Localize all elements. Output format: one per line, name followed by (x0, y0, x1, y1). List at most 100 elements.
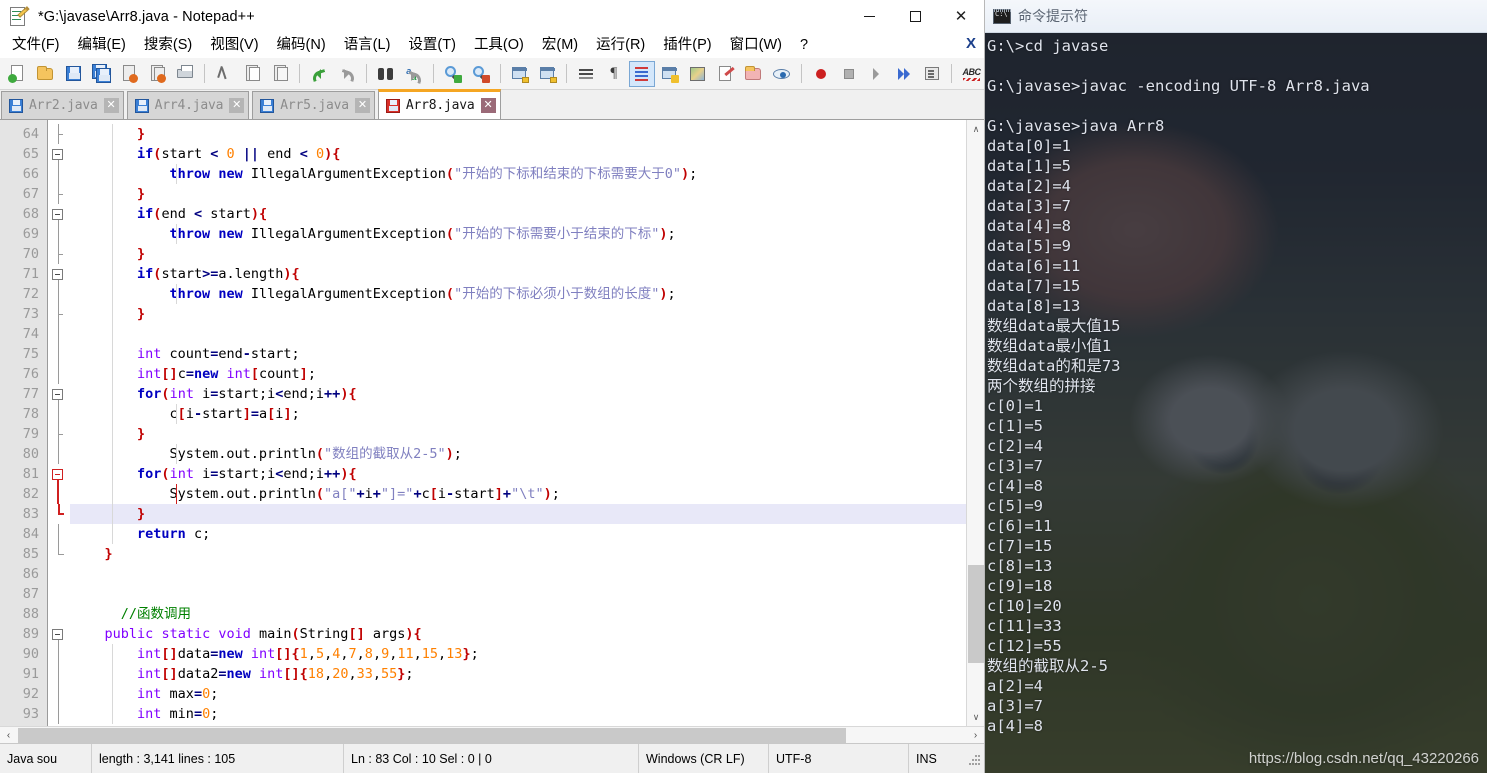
code-line[interactable] (70, 324, 984, 344)
menu-run[interactable]: 运行(R) (587, 34, 654, 57)
code-line[interactable]: } (70, 544, 984, 564)
save-macro-icon[interactable] (919, 61, 945, 87)
tab-arr5-java[interactable]: Arr5.java ✕ (252, 91, 375, 119)
code-line[interactable] (70, 564, 984, 584)
code-line[interactable]: } (70, 424, 984, 444)
new-file-icon[interactable] (5, 61, 31, 87)
zoom-out-icon[interactable] (468, 61, 494, 87)
menu-settings[interactable]: 设置(T) (399, 34, 465, 57)
replace-icon[interactable]: a (401, 61, 427, 87)
sync-horizontal-scroll-icon[interactable] (534, 61, 560, 87)
fold-marker[interactable] (48, 384, 70, 404)
menu-search[interactable]: 搜索(S) (135, 34, 201, 57)
code-line[interactable]: int[]data2=new int[]{18,20,33,55}; (70, 664, 984, 684)
tab-close-icon[interactable]: ✕ (103, 98, 119, 113)
menu-tools[interactable]: 工具(O) (465, 34, 533, 57)
fold-marker[interactable] (48, 264, 70, 284)
code-line[interactable]: int max=0; (70, 684, 984, 704)
code-line[interactable]: //函数调用 (70, 604, 984, 624)
close-document-button[interactable]: X (966, 35, 976, 52)
fold-marker[interactable] (48, 144, 70, 164)
save-all-icon[interactable] (89, 61, 115, 87)
cut-icon[interactable] (211, 61, 237, 87)
code-folding-margin[interactable] (48, 120, 70, 726)
menu-edit[interactable]: 编辑(E) (69, 34, 135, 57)
menu-language[interactable]: 语言(L) (335, 34, 400, 57)
code-line[interactable]: throw new IllegalArgumentException("开始的下… (70, 164, 984, 184)
run-macro-multiple-icon[interactable] (891, 61, 917, 87)
vertical-scrollbar[interactable]: ∧ ∨ (966, 120, 984, 726)
resize-grip-icon[interactable] (965, 751, 981, 767)
indent-guide-icon[interactable] (629, 60, 656, 87)
minimize-button[interactable] (846, 0, 892, 33)
code-line[interactable]: int min=0; (70, 704, 984, 724)
undo-icon[interactable] (306, 61, 332, 87)
code-line[interactable]: throw new IllegalArgumentException("开始的下… (70, 284, 984, 304)
save-icon[interactable] (61, 61, 87, 87)
code-line[interactable]: int[]c=new int[count]; (70, 364, 984, 384)
code-line[interactable]: c[i-start]=a[i]; (70, 404, 984, 424)
code-text-area[interactable]: } if(start < 0 || end < 0){ throw new Il… (70, 120, 984, 726)
copy-icon[interactable] (239, 61, 265, 87)
scroll-left-arrow-icon[interactable]: ‹ (0, 727, 17, 744)
close-file-icon[interactable] (117, 61, 143, 87)
tab-arr2-java[interactable]: Arr2.java ✕ (1, 91, 124, 119)
code-line[interactable]: } (70, 184, 984, 204)
code-line[interactable]: int count=end-start; (70, 344, 984, 364)
close-button[interactable]: ✕ (938, 0, 984, 33)
menu-view[interactable]: 视图(V) (201, 34, 267, 57)
scroll-down-arrow-icon[interactable]: ∨ (967, 708, 984, 726)
code-line[interactable]: for(int i=start;i<end;i++){ (70, 464, 984, 484)
code-line[interactable]: if(start>=a.length){ (70, 264, 984, 284)
console-output[interactable]: G:\>cd javase G:\javase>javac -encoding … (985, 33, 1487, 739)
tab-arr8-java[interactable]: Arr8.java ✕ (377, 89, 501, 119)
sync-vertical-scroll-icon[interactable] (507, 61, 533, 87)
tab-arr4-java[interactable]: Arr4.java ✕ (126, 91, 250, 119)
find-icon[interactable] (373, 61, 399, 87)
maximize-button[interactable] (892, 0, 938, 33)
zoom-in-icon[interactable] (440, 61, 466, 87)
code-line[interactable]: return c; (70, 524, 984, 544)
code-line[interactable]: if(end < start){ (70, 204, 984, 224)
document-map-icon[interactable] (685, 61, 711, 87)
redo-icon[interactable] (334, 61, 360, 87)
word-wrap-icon[interactable] (573, 61, 599, 87)
menu-help[interactable]: ? (791, 34, 817, 57)
menu-file[interactable]: 文件(F) (3, 34, 69, 57)
vertical-scrollbar-thumb[interactable] (968, 565, 984, 663)
user-defined-language-icon[interactable] (657, 61, 683, 87)
code-line[interactable]: throw new IllegalArgumentException("开始的下… (70, 224, 984, 244)
code-line[interactable]: System.out.println("数组的截取从2-5"); (70, 444, 984, 464)
code-line[interactable]: int[]data=new int[]{1,5,4,7,8,9,11,15,13… (70, 644, 984, 664)
print-icon[interactable] (172, 61, 198, 87)
menu-window[interactable]: 窗口(W) (721, 34, 791, 57)
menu-macro[interactable]: 宏(M) (533, 34, 587, 57)
fold-marker[interactable] (48, 464, 70, 484)
scroll-right-arrow-icon[interactable]: › (967, 727, 984, 744)
open-file-icon[interactable] (33, 61, 59, 87)
fold-marker[interactable] (48, 204, 70, 224)
scroll-up-arrow-icon[interactable]: ∧ (967, 120, 984, 138)
horizontal-scrollbar[interactable]: ‹ › (0, 726, 984, 743)
show-all-characters-icon[interactable]: ¶ (601, 61, 627, 87)
fold-marker[interactable] (48, 624, 70, 644)
menu-encoding[interactable]: 编码(N) (268, 34, 335, 57)
stop-recording-icon[interactable] (835, 61, 861, 87)
code-line[interactable]: public static void main(String[] args){ (70, 624, 984, 644)
code-line[interactable] (70, 584, 984, 604)
tab-close-icon[interactable]: ✕ (229, 98, 245, 113)
paste-icon[interactable] (267, 61, 293, 87)
code-line[interactable]: } (70, 124, 984, 144)
code-line[interactable]: for(int i=start;i<end;i++){ (70, 384, 984, 404)
monitoring-icon[interactable] (769, 61, 795, 87)
horizontal-scrollbar-thumb[interactable] (18, 728, 846, 743)
spellcheck-icon[interactable]: ABC (958, 61, 984, 87)
tab-close-icon[interactable]: ✕ (480, 98, 496, 113)
function-list-icon[interactable] (713, 61, 739, 87)
play-macro-icon[interactable] (863, 61, 889, 87)
code-line[interactable]: } (70, 504, 984, 524)
menu-plugins[interactable]: 插件(P) (654, 34, 720, 57)
code-line[interactable]: System.out.println("a["+i+"]="+c[i-start… (70, 484, 984, 504)
tab-close-icon[interactable]: ✕ (354, 98, 370, 113)
folder-as-workspace-icon[interactable] (741, 61, 767, 87)
